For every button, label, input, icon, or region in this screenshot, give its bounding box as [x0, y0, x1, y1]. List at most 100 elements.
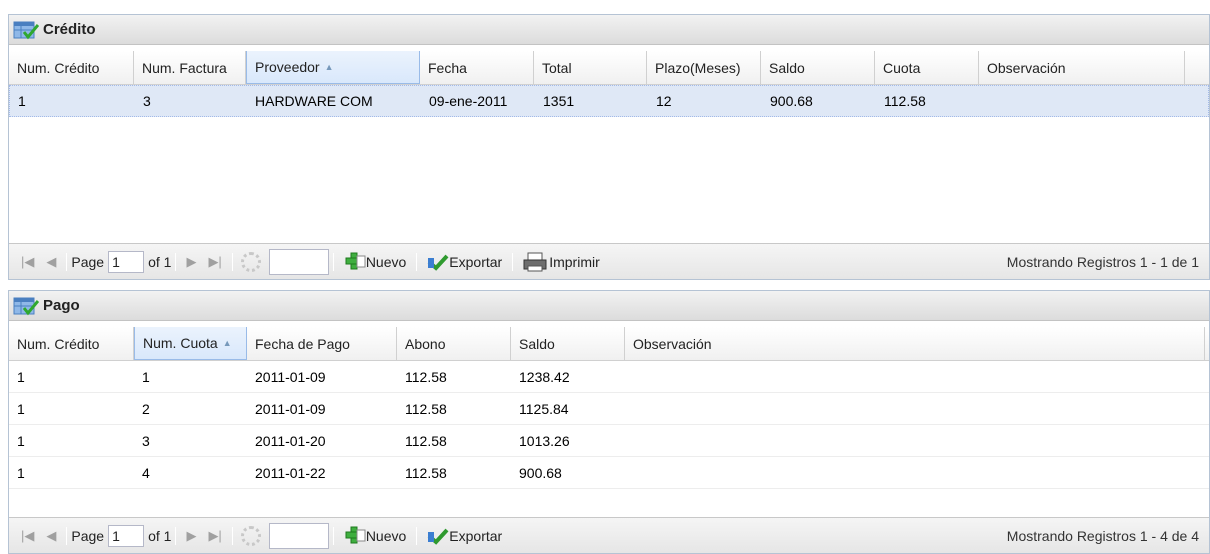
- col-proveedor-label: Proveedor: [255, 59, 320, 75]
- refresh-icon[interactable]: [240, 251, 261, 272]
- filter-input[interactable]: [268, 248, 329, 275]
- separator: [231, 252, 233, 271]
- cell-observacion: [625, 457, 1205, 488]
- last-page-icon[interactable]: ▶|: [208, 254, 221, 270]
- cell-observacion: [625, 425, 1205, 456]
- separator: [66, 252, 68, 271]
- col-num-cuota[interactable]: Num. Cuota ▲: [134, 327, 247, 360]
- col-saldo[interactable]: Saldo: [761, 51, 875, 84]
- first-page-icon[interactable]: |◀: [21, 528, 34, 544]
- separator: [332, 252, 334, 271]
- sort-asc-icon: ▲: [324, 62, 334, 72]
- export-icon: [427, 254, 449, 271]
- pago-paging-toolbar: |◀ ◀ Page 1 of 1 ▶ ▶| Nuevo Exportar Mos…: [9, 517, 1209, 553]
- pago-title: Pago: [43, 297, 80, 314]
- table-row[interactable]: 1 1 2011-01-09 112.58 1238.42: [9, 361, 1209, 393]
- separator: [175, 526, 177, 545]
- separator: [332, 526, 334, 545]
- page-number-input[interactable]: 1: [108, 524, 145, 547]
- table-row[interactable]: 1 3 2011-01-20 112.58 1013.26: [9, 425, 1209, 457]
- credito-header: Crédito: [9, 15, 1209, 45]
- sort-asc-icon: ▲: [222, 338, 232, 348]
- cell-observacion: [625, 361, 1205, 392]
- cell-num-credito: 1: [17, 432, 25, 449]
- separator: [175, 252, 177, 271]
- nuevo-button[interactable]: Nuevo: [344, 526, 406, 546]
- col-plazo[interactable]: Plazo(Meses): [647, 51, 761, 84]
- cell-saldo: 900.68: [519, 464, 562, 481]
- cell-fecha: 09-ene-2011: [429, 93, 508, 109]
- print-icon: [523, 252, 547, 271]
- pago-header: Pago: [9, 291, 1209, 321]
- cell-num-cuota: 1: [142, 368, 150, 385]
- separator: [416, 526, 418, 545]
- cell-saldo: 1125.84: [519, 400, 569, 417]
- pago-grid-body: 1 1 2011-01-09 112.58 1238.42 1 2 2011-0…: [9, 361, 1209, 489]
- cell-fecha-pago: 2011-01-09: [255, 400, 326, 417]
- cell-saldo: 1238.42: [519, 368, 570, 385]
- separator: [512, 252, 514, 271]
- col-num-credito[interactable]: Num. Crédito: [9, 51, 134, 84]
- cell-num-cuota: 4: [142, 464, 150, 481]
- cell-observacion: [625, 393, 1205, 424]
- col-fecha-pago[interactable]: Fecha de Pago: [247, 327, 397, 360]
- col-num-factura[interactable]: Num. Factura: [134, 51, 246, 84]
- col-observacion[interactable]: Observación: [625, 327, 1205, 360]
- exportar-button[interactable]: Exportar: [427, 526, 502, 546]
- exportar-button[interactable]: Exportar: [427, 252, 502, 272]
- col-fecha[interactable]: Fecha: [420, 51, 534, 84]
- imprimir-button[interactable]: Imprimir: [523, 252, 600, 272]
- col-proveedor[interactable]: Proveedor ▲: [246, 51, 420, 84]
- cell-fecha-pago: 2011-01-20: [255, 432, 326, 449]
- col-cuota[interactable]: Cuota: [875, 51, 979, 84]
- nuevo-label: Nuevo: [365, 527, 407, 544]
- col-total[interactable]: Total: [534, 51, 647, 84]
- exportar-label: Exportar: [449, 527, 503, 544]
- page-of-label: of 1: [148, 527, 172, 544]
- cell-proveedor: HARDWARE COM: [255, 93, 373, 109]
- export-icon: [427, 528, 449, 545]
- separator: [416, 252, 418, 271]
- table-check-icon: [13, 297, 39, 315]
- col-num-cuota-label: Num. Cuota: [143, 335, 218, 351]
- nuevo-button[interactable]: Nuevo: [344, 252, 406, 272]
- table-row[interactable]: 1 2 2011-01-09 112.58 1125.84: [9, 393, 1209, 425]
- col-abono[interactable]: Abono: [397, 327, 511, 360]
- credito-paging-toolbar: |◀ ◀ Page 1 of 1 ▶ ▶| Nuevo Exportar Imp…: [9, 243, 1209, 279]
- table-row[interactable]: 1 4 2011-01-22 112.58 900.68: [9, 457, 1209, 489]
- last-page-icon[interactable]: ▶|: [208, 528, 221, 544]
- cell-observacion: [980, 86, 1186, 116]
- separator: [66, 526, 68, 545]
- cell-num-cuota: 2: [142, 400, 150, 417]
- col-saldo[interactable]: Saldo: [511, 327, 625, 360]
- col-observacion[interactable]: Observación: [979, 51, 1185, 84]
- table-row[interactable]: 1 3 HARDWARE COM 09-ene-2011 1351 12 900…: [9, 85, 1209, 117]
- page-label: Page: [71, 253, 105, 270]
- credito-panel: Crédito Num. Crédito Num. Factura Provee…: [8, 14, 1210, 280]
- col-num-credito[interactable]: Num. Crédito: [9, 327, 134, 360]
- separator: [231, 526, 233, 545]
- first-page-icon[interactable]: |◀: [21, 254, 34, 270]
- cell-num-cuota: 3: [142, 432, 150, 449]
- next-page-icon[interactable]: ▶: [186, 254, 196, 270]
- nuevo-label: Nuevo: [365, 253, 407, 270]
- records-info: Mostrando Registros 1 - 1 de 1: [1006, 253, 1199, 270]
- add-icon: [345, 526, 366, 543]
- next-page-icon[interactable]: ▶: [186, 528, 196, 544]
- page-label: Page: [71, 527, 105, 544]
- cell-num-credito: 1: [17, 464, 25, 481]
- records-info: Mostrando Registros 1 - 4 de 4: [1006, 527, 1199, 544]
- cell-num-credito: 1: [17, 368, 25, 385]
- prev-page-icon[interactable]: ◀: [46, 528, 56, 544]
- page-number-input[interactable]: 1: [108, 250, 145, 273]
- imprimir-label: Imprimir: [549, 253, 600, 270]
- cell-abono: 112.58: [405, 368, 447, 385]
- cell-num-credito: 1: [17, 400, 25, 417]
- refresh-icon[interactable]: [240, 525, 261, 546]
- cell-saldo: 1013.26: [519, 432, 570, 449]
- table-check-icon: [13, 21, 39, 39]
- prev-page-icon[interactable]: ◀: [46, 254, 56, 270]
- filter-input[interactable]: [268, 522, 329, 549]
- cell-cuota: 112.58: [884, 93, 926, 109]
- page-of-label: of 1: [148, 253, 172, 270]
